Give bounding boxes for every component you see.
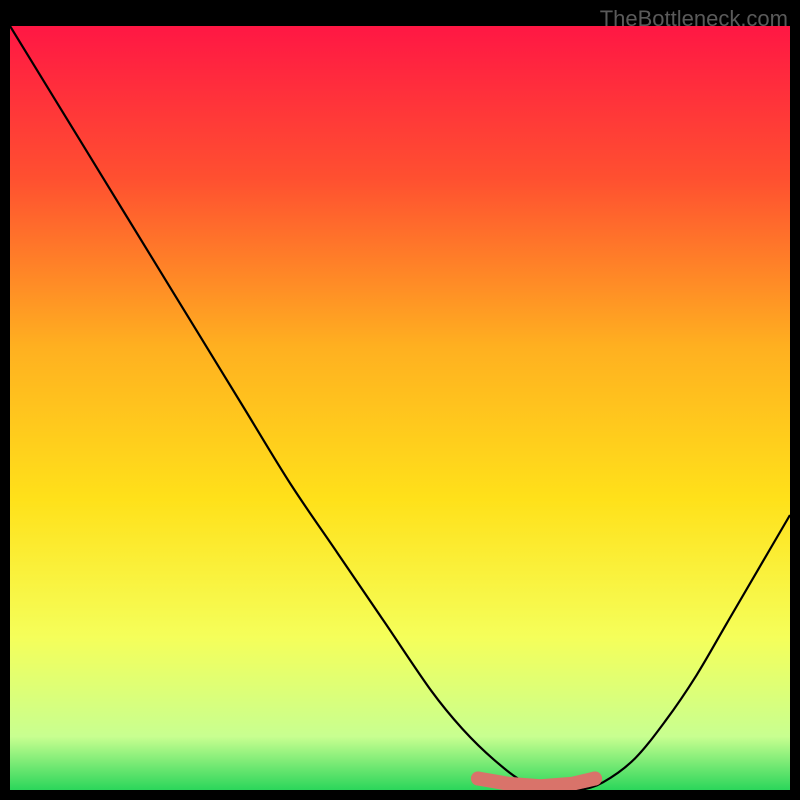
optimal-band-endpoint-left — [471, 772, 485, 786]
optimal-band-marker — [478, 779, 595, 787]
bottleneck-chart — [10, 26, 790, 790]
chart-background — [10, 26, 790, 790]
optimal-band-endpoint-right — [588, 772, 602, 786]
chart-frame — [10, 26, 790, 790]
watermark-text: TheBottleneck.com — [600, 6, 788, 32]
